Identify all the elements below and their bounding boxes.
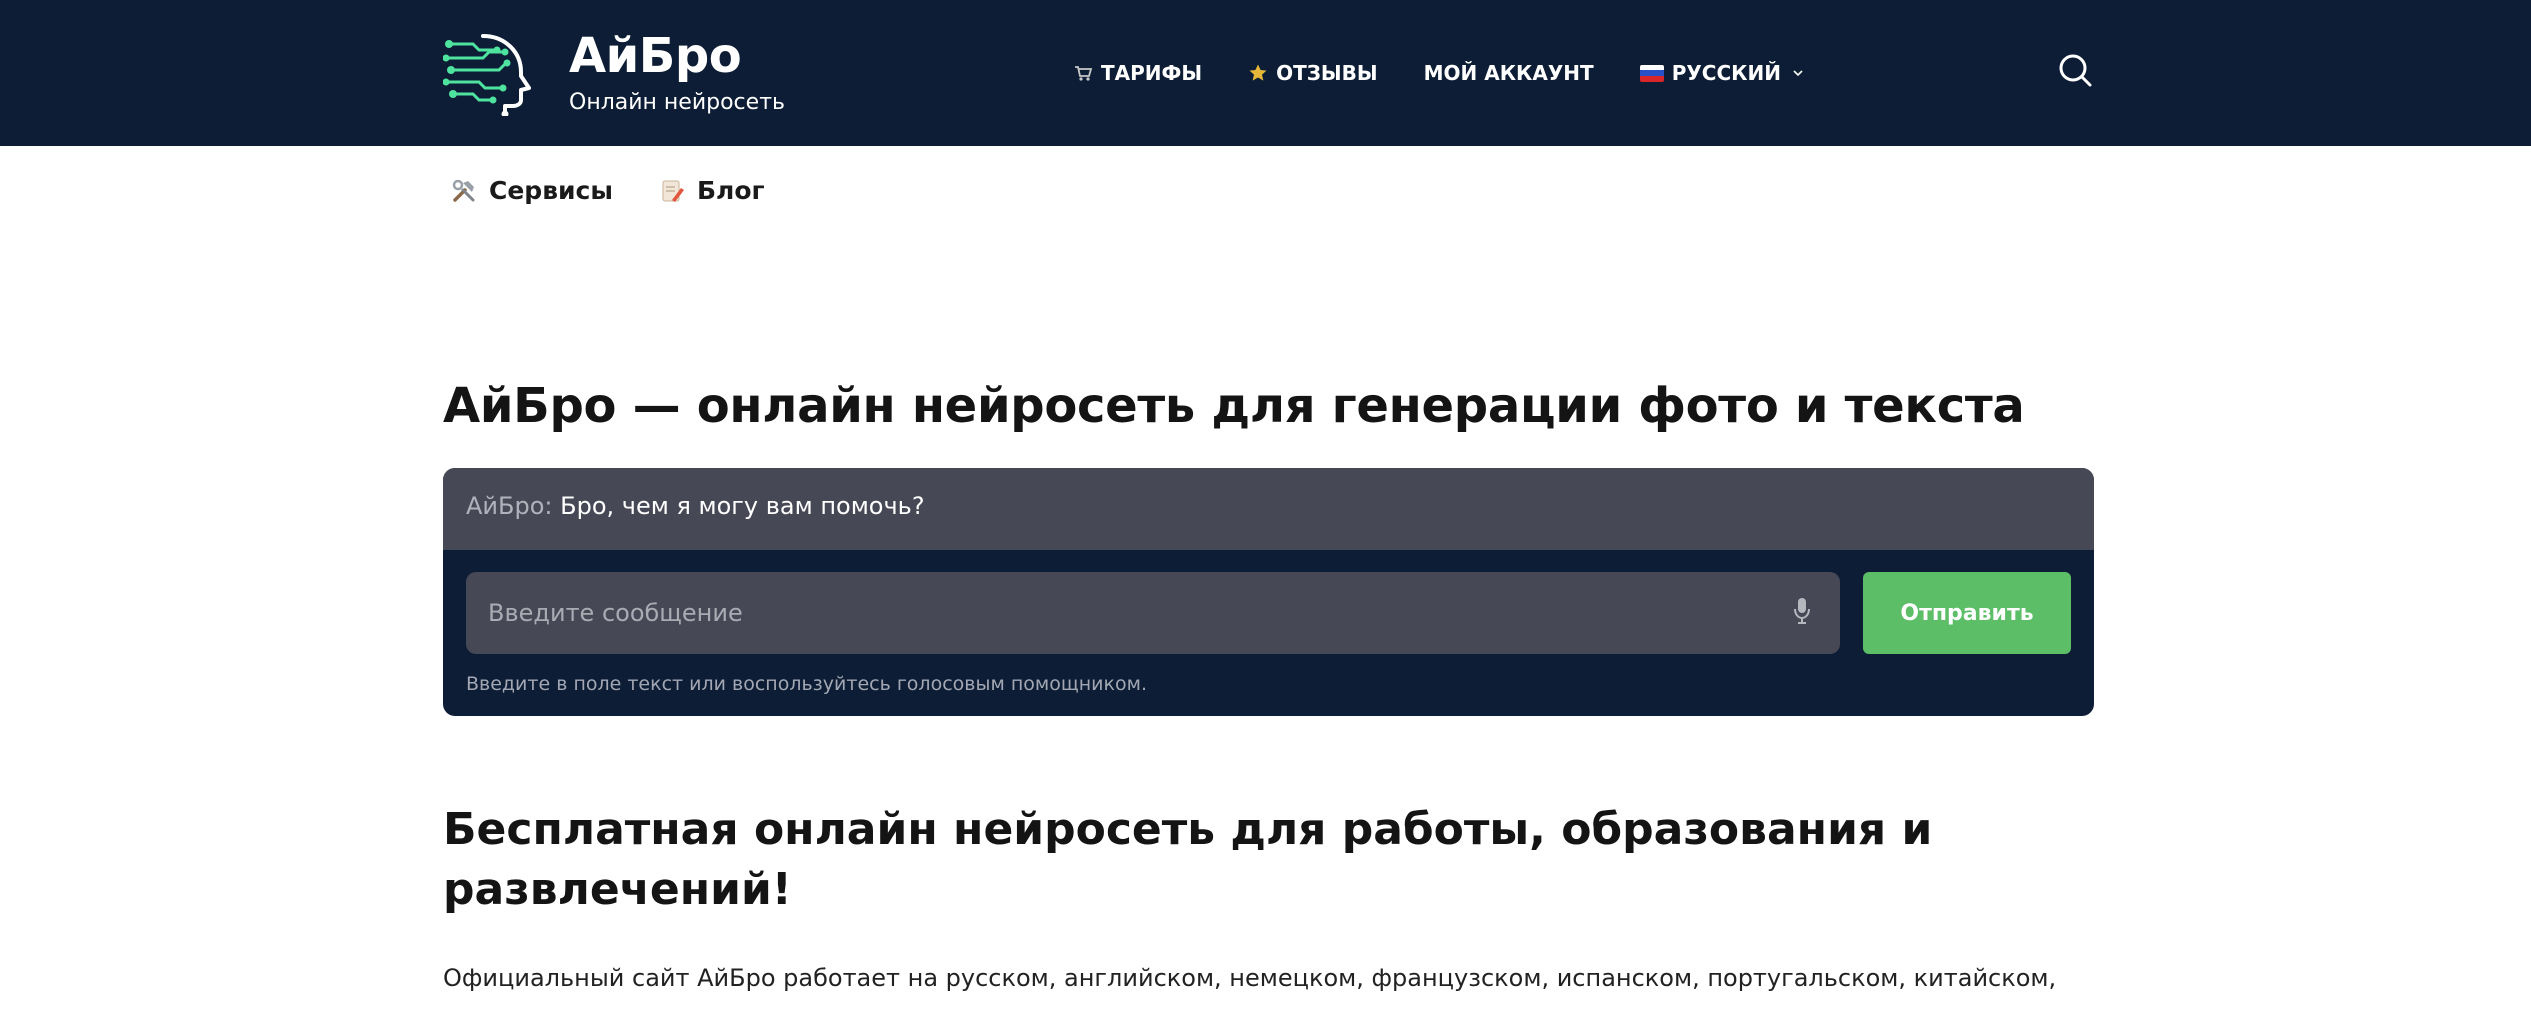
star-icon	[1249, 64, 1267, 81]
subnav-item-blog[interactable]: Блог	[659, 176, 765, 205]
site-header: АйБро Онлайн нейросеть Тарифы Отзывы Мой…	[0, 0, 2531, 146]
brand-name[interactable]: АйБро	[569, 28, 742, 84]
subnav-item-label: Сервисы	[489, 176, 613, 205]
memo-icon	[662, 180, 684, 202]
subnav-item-label: Блог	[696, 176, 765, 205]
russian-flag-icon	[1639, 64, 1664, 82]
logo-icon[interactable]	[443, 30, 535, 116]
nav-item-label: Отзывы	[1276, 61, 1378, 85]
page-title: АйБро — онлайн нейросеть для генерации ф…	[443, 378, 2025, 434]
subnav-item-services[interactable]: Сервисы	[451, 176, 613, 205]
intro-paragraph: Официальный сайт АйБро работает на русск…	[443, 964, 2057, 992]
main-nav: Тарифы Отзывы Мой аккаунт Русский	[1073, 58, 1805, 88]
tools-icon	[452, 179, 475, 202]
nav-item-tariffs[interactable]: Тарифы	[1073, 61, 1202, 85]
search-icon[interactable]	[2055, 50, 2095, 90]
chat-bot-message: АйБро: Бро, чем я могу вам помочь?	[443, 468, 2094, 550]
chat-hint: Введите в поле текст или воспользуйтесь …	[466, 673, 1147, 695]
message-input[interactable]	[466, 572, 1840, 654]
send-button[interactable]: Отправить	[1863, 572, 2071, 654]
secondary-nav: Сервисы Блог	[451, 176, 765, 205]
section-title: Бесплатная онлайн нейросеть для работы, …	[443, 804, 1933, 915]
nav-item-label: Тарифы	[1101, 61, 1203, 85]
chat-widget: АйБро: Бро, чем я могу вам помочь? Отпра…	[443, 468, 2094, 716]
language-selector[interactable]: Русский	[1639, 61, 1805, 85]
nav-item-account[interactable]: Мой аккаунт	[1424, 61, 1594, 85]
chat-speaker-name: АйБро:	[466, 492, 553, 520]
chat-message-text: Бро, чем я могу вам помочь?	[560, 492, 925, 520]
brand-tagline: Онлайн нейросеть	[569, 90, 785, 115]
shopping-cart-icon	[1075, 66, 1093, 81]
chevron-down-icon	[1793, 70, 1803, 77]
nav-item-reviews[interactable]: Отзывы	[1248, 61, 1378, 85]
nav-item-label: Мой аккаунт	[1423, 61, 1594, 85]
language-label: Русский	[1671, 61, 1781, 85]
microphone-icon[interactable]	[1793, 596, 1811, 626]
